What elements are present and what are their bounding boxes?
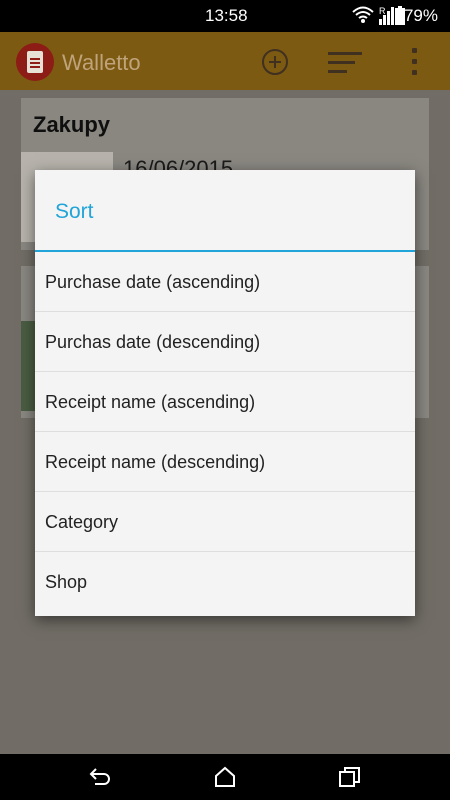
- status-bar: 13:58 R 79%: [0, 0, 450, 32]
- option-label: Receipt name (descending): [45, 452, 266, 472]
- sort-option-shop[interactable]: Shop: [35, 552, 415, 612]
- option-label: Purchas date (descending): [45, 332, 261, 352]
- dialog-title: Sort: [55, 200, 94, 223]
- sort-icon[interactable]: [328, 52, 362, 74]
- wifi-icon: [352, 6, 374, 23]
- sort-option-receipt-name-asc[interactable]: Receipt name (ascending): [35, 372, 415, 432]
- sort-option-receipt-name-desc[interactable]: Receipt name (descending): [35, 432, 415, 492]
- app-bar: Walletto: [0, 32, 450, 90]
- status-time: 13:58: [205, 6, 248, 25]
- more-options-icon[interactable]: [409, 48, 419, 76]
- navigation-bar: [0, 754, 450, 800]
- sort-option-purchase-date-asc[interactable]: Purchase date (ascending): [35, 252, 415, 312]
- receipt-thumbnail: [21, 321, 35, 411]
- add-receipt-button[interactable]: [262, 49, 288, 75]
- network-label: R: [379, 6, 386, 16]
- app-title: Walletto: [62, 50, 141, 75]
- battery-percent: 79%: [403, 6, 438, 25]
- sort-option-purchase-date-desc[interactable]: Purchas date (descending): [35, 312, 415, 372]
- option-label: Receipt name (ascending): [45, 392, 256, 412]
- sort-dialog: Sort Purchase date (ascending) Purchas d…: [35, 170, 415, 616]
- signal-icon: R: [379, 6, 394, 25]
- option-label: Shop: [45, 572, 88, 592]
- sort-options: Purchase date (ascending) Purchas date (…: [35, 252, 415, 612]
- app-logo-icon: [16, 43, 54, 81]
- option-label: Category: [45, 512, 119, 532]
- sort-option-category[interactable]: Category: [35, 492, 415, 552]
- back-icon[interactable]: [88, 766, 112, 788]
- receipt-title: Zakupy: [33, 112, 111, 137]
- option-label: Purchase date (ascending): [45, 272, 261, 292]
- home-icon[interactable]: [213, 766, 237, 788]
- recents-icon[interactable]: [339, 767, 361, 787]
